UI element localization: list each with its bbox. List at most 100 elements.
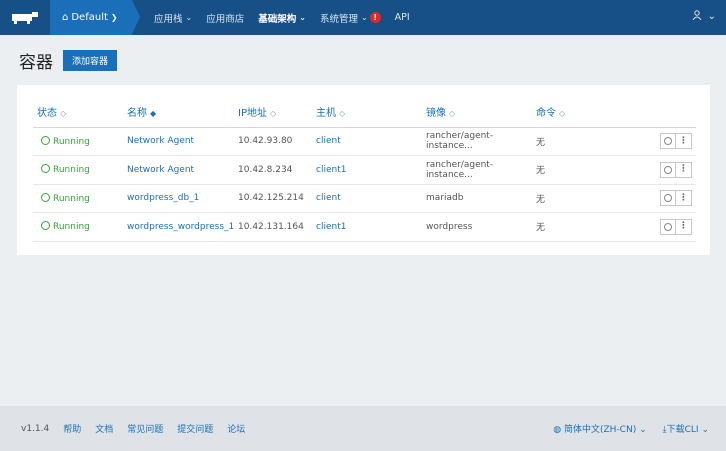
nav-item-stacks[interactable]: 应用栈 ⌄	[154, 11, 192, 25]
running-icon	[41, 164, 50, 174]
restart-icon	[664, 222, 672, 231]
table-row: Running Network Agent 10.42.8.234 client…	[33, 155, 696, 185]
host-link[interactable]: client1	[316, 155, 426, 185]
container-name-link[interactable]: wordpress_db_1	[127, 184, 238, 213]
nav-item-label: 系统管理	[319, 13, 358, 25]
sort-icon: ◆	[150, 109, 157, 119]
status-cell: Running	[33, 155, 127, 185]
nav-item-label: 应用商店	[206, 13, 245, 25]
more-icon: ⋮	[679, 135, 688, 146]
nav-item-api[interactable]: API	[395, 12, 410, 23]
host-link[interactable]: client	[316, 184, 426, 213]
chevron-down-icon: ⌄	[701, 425, 709, 435]
row-actions: ⋮	[636, 155, 696, 185]
sort-icon: ◇	[559, 109, 566, 119]
nav-item-admin[interactable]: 系统管理 ⌄ !	[320, 11, 381, 25]
containers-table: 状态 ◇ 名称 ◆ IP地址 ◇ 主机 ◇ 镜像 ◇ 命令 ◇ Running Networ…	[33, 97, 696, 242]
footer-link-faq[interactable]: 常见问题	[127, 422, 163, 435]
command-cell: 无	[536, 127, 636, 156]
column-header-host[interactable]: 主机 ◇	[316, 97, 426, 128]
restart-icon	[664, 194, 672, 203]
ip-cell: 10.42.93.80	[238, 127, 316, 156]
page-title: 容器	[19, 52, 53, 73]
more-actions-button[interactable]: ⋮	[676, 218, 692, 235]
sort-icon: ◇	[449, 109, 456, 119]
language-selector[interactable]: ◍ 简体中文(ZH-CN) ⌄	[553, 422, 646, 435]
column-header-name[interactable]: 名称 ◆	[127, 97, 238, 128]
status-cell: Running	[33, 184, 127, 213]
ip-cell: 10.42.8.234	[238, 155, 316, 185]
chevron-down-icon: ❯	[110, 13, 118, 22]
container-name-link[interactable]: wordpress_wordpress_1	[127, 212, 238, 242]
more-icon: ⋮	[679, 164, 688, 175]
running-icon	[41, 221, 50, 231]
home-icon: ⌂	[62, 12, 69, 23]
restart-button[interactable]	[660, 190, 676, 207]
container-name-link[interactable]: Network Agent	[127, 127, 238, 156]
restart-button[interactable]	[660, 133, 676, 150]
footer-link-docs[interactable]: 文档	[95, 422, 113, 435]
chevron-down-icon: ⌄	[185, 13, 193, 22]
restart-icon	[664, 137, 672, 146]
more-icon: ⋮	[679, 221, 688, 232]
container-name-link[interactable]: Network Agent	[127, 155, 238, 185]
user-menu[interactable]: ⌄	[692, 10, 716, 23]
chevron-down-icon: ⌄	[707, 11, 716, 22]
environment-label: Default	[71, 12, 108, 23]
table-row: Running wordpress_db_1 10.42.125.214 cli…	[33, 184, 696, 213]
chevron-down-icon: ⌄	[639, 425, 647, 435]
version-label: v1.1.4	[21, 423, 50, 434]
image-cell: rancher/agent-instance...	[426, 155, 536, 185]
more-actions-button[interactable]: ⋮	[676, 161, 692, 178]
running-icon	[41, 135, 50, 145]
ip-cell: 10.42.125.214	[238, 184, 316, 213]
more-icon: ⋮	[679, 192, 688, 203]
containers-panel: 状态 ◇ 名称 ◆ IP地址 ◇ 主机 ◇ 镜像 ◇ 命令 ◇ Running Networ…	[17, 85, 710, 255]
row-actions: ⋮	[636, 184, 696, 213]
command-cell: 无	[536, 212, 636, 242]
image-cell: rancher/agent-instance...	[426, 127, 536, 156]
footer-link-forum[interactable]: 论坛	[227, 422, 245, 435]
sort-icon: ◇	[269, 109, 277, 119]
command-cell: 无	[536, 155, 636, 185]
more-actions-button[interactable]: ⋮	[676, 190, 692, 207]
sort-icon: ◇	[339, 109, 346, 119]
image-cell: mariadb	[426, 184, 536, 213]
row-actions: ⋮	[636, 212, 696, 242]
more-actions-button[interactable]: ⋮	[676, 133, 692, 150]
column-header-ip[interactable]: IP地址 ◇	[238, 97, 316, 128]
nav-item-label: 应用栈	[154, 13, 183, 25]
restart-button[interactable]	[660, 161, 676, 178]
footer-link-help[interactable]: 帮助	[63, 422, 81, 435]
restart-icon	[664, 165, 672, 174]
ip-cell: 10.42.131.164	[238, 212, 316, 242]
restart-button[interactable]	[660, 218, 676, 235]
alert-badge: !	[369, 12, 381, 23]
rancher-logo-icon[interactable]	[0, 0, 50, 35]
nav-item-infrastructure[interactable]: 基础架构 ⌄	[258, 11, 306, 25]
nav-item-label: 基础架构	[258, 13, 297, 25]
column-header-image[interactable]: 镜像 ◇	[426, 97, 536, 128]
chevron-down-icon: ⌄	[299, 13, 306, 22]
column-header-command[interactable]: 命令 ◇	[536, 97, 636, 128]
table-header-row: 状态 ◇ 名称 ◆ IP地址 ◇ 主机 ◇ 镜像 ◇ 命令 ◇	[33, 97, 696, 128]
command-cell: 无	[536, 184, 636, 213]
column-header-status[interactable]: 状态 ◇	[33, 97, 127, 128]
chevron-down-icon: ⌄	[360, 13, 368, 22]
host-link[interactable]: client	[316, 127, 426, 156]
row-actions: ⋮	[636, 127, 696, 156]
image-cell: wordpress	[426, 212, 536, 242]
nav-item-catalog[interactable]: 应用商店	[206, 11, 244, 25]
status-cell: Running	[33, 127, 127, 156]
footer: v1.1.4 帮助 文档 常见问题 提交问题 论坛 ◍ 简体中文(ZH-CN) …	[0, 406, 726, 451]
add-container-button[interactable]: 添加容器	[63, 49, 118, 71]
host-link[interactable]: client1	[316, 212, 426, 242]
top-navbar: ⌂ Default ❯ 应用栈 ⌄ 应用商店 基础架构 ⌄ 系统管理 ⌄ ! A…	[0, 0, 726, 35]
sort-icon: ◇	[60, 109, 67, 119]
page-header: 容器 添加容器	[0, 35, 726, 85]
environment-switcher[interactable]: ⌂ Default ❯	[50, 0, 140, 35]
download-cli-button[interactable]: ⤓下载CLI ⌄	[663, 422, 709, 435]
user-icon	[692, 10, 702, 23]
table-row: Running wordpress_wordpress_1 10.42.131.…	[33, 212, 696, 242]
footer-link-report-issue[interactable]: 提交问题	[177, 422, 213, 435]
